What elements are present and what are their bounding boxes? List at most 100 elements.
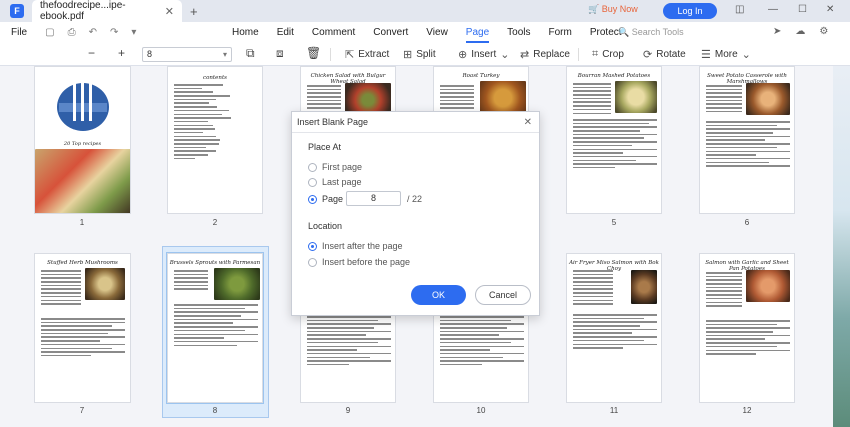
page-thumbnail-6[interactable]: Sweet Potato Casserole with Marshmallows — [699, 66, 795, 214]
page-7-directions — [41, 318, 125, 359]
replace-button[interactable]: ⇄ Replace — [520, 48, 570, 61]
page-6-ingredients — [706, 85, 742, 115]
location-heading: Location — [308, 221, 343, 231]
app-logo-icon[interactable]: F — [10, 4, 24, 18]
ok-button[interactable]: OK — [411, 285, 466, 305]
insert-before-radio[interactable]: Insert before the page — [308, 257, 410, 267]
page-number-7: 7 — [79, 406, 85, 415]
cloud-icon[interactable]: ☁ — [795, 26, 805, 37]
rotate-button[interactable]: ⟳ Rotate — [643, 48, 686, 61]
insert-page-number-input[interactable]: 8 — [346, 191, 401, 206]
settings-icon[interactable]: ⚙ — [819, 26, 828, 37]
search-tools[interactable]: 🔍 Search Tools — [618, 27, 684, 38]
page-12-ingredients — [706, 272, 742, 309]
crop-button[interactable]: ⌗ Crop — [592, 48, 624, 61]
file-menu[interactable]: File — [11, 27, 27, 38]
close-window-icon[interactable]: ✕ — [826, 4, 834, 15]
page-number-12: 12 — [742, 406, 752, 415]
cancel-button[interactable]: Cancel — [475, 285, 531, 305]
new-tab-icon[interactable]: + — [190, 4, 198, 19]
contents-title: contents — [203, 75, 227, 81]
page-5-photo — [615, 81, 657, 113]
document-tab-title: thefoodrecipe...ipe-ebook.pdf — [40, 0, 126, 22]
page-thumbnail-1[interactable]: 20 Top recipes — [34, 66, 131, 214]
undo-icon[interactable]: ↶ — [89, 27, 97, 38]
insert-after-radio[interactable]: Insert after the page — [308, 241, 403, 251]
crop-label: Crop — [602, 49, 624, 60]
export-page-icon[interactable]: ⧈ — [276, 46, 284, 61]
menu-page[interactable]: Page — [465, 22, 490, 43]
insert-page-icon[interactable]: ⧉ — [246, 46, 255, 61]
page-12-directions — [706, 320, 790, 357]
page-number-11: 11 — [609, 406, 619, 415]
rotate-icon: ⟳ — [643, 49, 653, 61]
notification-icon[interactable]: ◫ — [735, 4, 744, 15]
page-radio[interactable]: Page — [308, 194, 343, 204]
menu-view[interactable]: View — [426, 22, 448, 43]
zoom-in-icon[interactable]: + — [118, 46, 125, 60]
menu-comment[interactable]: Comment — [312, 22, 355, 43]
last-page-radio[interactable]: Last page — [308, 177, 362, 187]
extract-icon: ⇱ — [345, 49, 355, 61]
page-number-5: 5 — [611, 218, 617, 227]
page-thumbnail-11[interactable]: Air Fryer Miso Salmon with Bok Choy — [566, 253, 662, 403]
last-page-label: Last page — [322, 177, 362, 187]
page-thumbnail-7[interactable]: Stuffed Herb Mushrooms — [34, 253, 131, 403]
menu-protect[interactable]: Protect — [590, 22, 622, 43]
dialog-title: Insert Blank Page — [297, 117, 369, 127]
print-icon[interactable]: ⎙ — [68, 27, 76, 38]
insert-button[interactable]: ⊕ Insert ⌄ — [458, 48, 509, 61]
document-tab[interactable]: thefoodrecipe...ipe-ebook.pdf ✕ — [32, 0, 182, 22]
page-number-2: 2 — [212, 218, 218, 227]
page-12-photo — [746, 270, 790, 302]
page-5-title: Bourran Mashed Potatoes — [577, 73, 651, 79]
buy-now-link[interactable]: 🛒 Buy Now — [588, 4, 638, 15]
rotate-label: Rotate — [656, 49, 686, 60]
insert-blank-page-dialog: Insert Blank Page ✕ Place At First page … — [291, 111, 540, 316]
fork-knife-logo-icon — [57, 81, 109, 131]
redo-icon[interactable]: ↷ — [110, 27, 118, 38]
more-button[interactable]: ☰ More ⌄ — [701, 48, 751, 61]
page-4-title: Roast Turkey — [462, 73, 500, 79]
more-chevron-icon: ⌄ — [741, 49, 751, 61]
menu-home[interactable]: Home — [232, 22, 259, 43]
zoom-out-icon[interactable]: − — [88, 46, 95, 60]
page-thumbnail-2[interactable]: contents — [167, 66, 263, 214]
page-number-chevron-icon[interactable]: ▾ — [223, 48, 227, 61]
minimize-icon[interactable]: — — [768, 4, 778, 15]
login-button[interactable]: Log In — [663, 3, 717, 19]
close-tab-icon[interactable]: ✕ — [165, 5, 174, 18]
title-bar: F thefoodrecipe...ipe-ebook.pdf ✕ + — [0, 0, 850, 22]
page-7-ingredients — [41, 270, 81, 307]
insert-before-label: Insert before the page — [322, 257, 411, 267]
cover-title: 20 Top recipes — [63, 141, 102, 147]
share-icon[interactable]: ➤ — [773, 26, 781, 37]
toolbar-divider — [330, 48, 331, 61]
page-8-ingredients — [174, 270, 208, 292]
contents-lines — [174, 84, 244, 161]
save-icon[interactable]: ▢ — [45, 27, 54, 38]
menu-convert[interactable]: Convert — [373, 22, 408, 43]
menu-form[interactable]: Form — [549, 22, 572, 43]
page-number-input[interactable]: 8 ▾ — [142, 47, 232, 62]
extract-button[interactable]: ⇱ Extract — [345, 48, 389, 61]
first-page-radio[interactable]: First page — [308, 162, 362, 172]
first-page-label: First page — [322, 162, 363, 172]
menu-tools[interactable]: Tools — [507, 22, 530, 43]
page-number-9: 9 — [345, 406, 351, 415]
delete-page-icon[interactable]: 🗑 — [306, 46, 321, 60]
page-thumbnail-8[interactable]: Brussels Sprouts with Parmesan — [166, 252, 264, 404]
customize-dropdown-icon[interactable]: ▾ — [131, 27, 136, 38]
menu-edit[interactable]: Edit — [277, 22, 294, 43]
maximize-icon[interactable]: ☐ — [798, 4, 807, 15]
page-4-photo — [480, 81, 526, 115]
page-thumbnail-5[interactable]: Bourran Mashed Potatoes — [566, 66, 662, 214]
cover-food-photo — [35, 149, 130, 213]
dialog-close-icon[interactable]: ✕ — [524, 117, 532, 128]
total-pages: / 22 — [407, 194, 423, 204]
page-thumbnail-12[interactable]: Salmon with Garlic and Sheet Pan Potatoe… — [699, 253, 795, 403]
page-11-ingredients — [573, 270, 613, 307]
background-wallpaper — [833, 66, 850, 427]
insert-chevron-icon: ⌄ — [500, 49, 510, 61]
split-button[interactable]: ⊞ Split — [403, 48, 436, 61]
